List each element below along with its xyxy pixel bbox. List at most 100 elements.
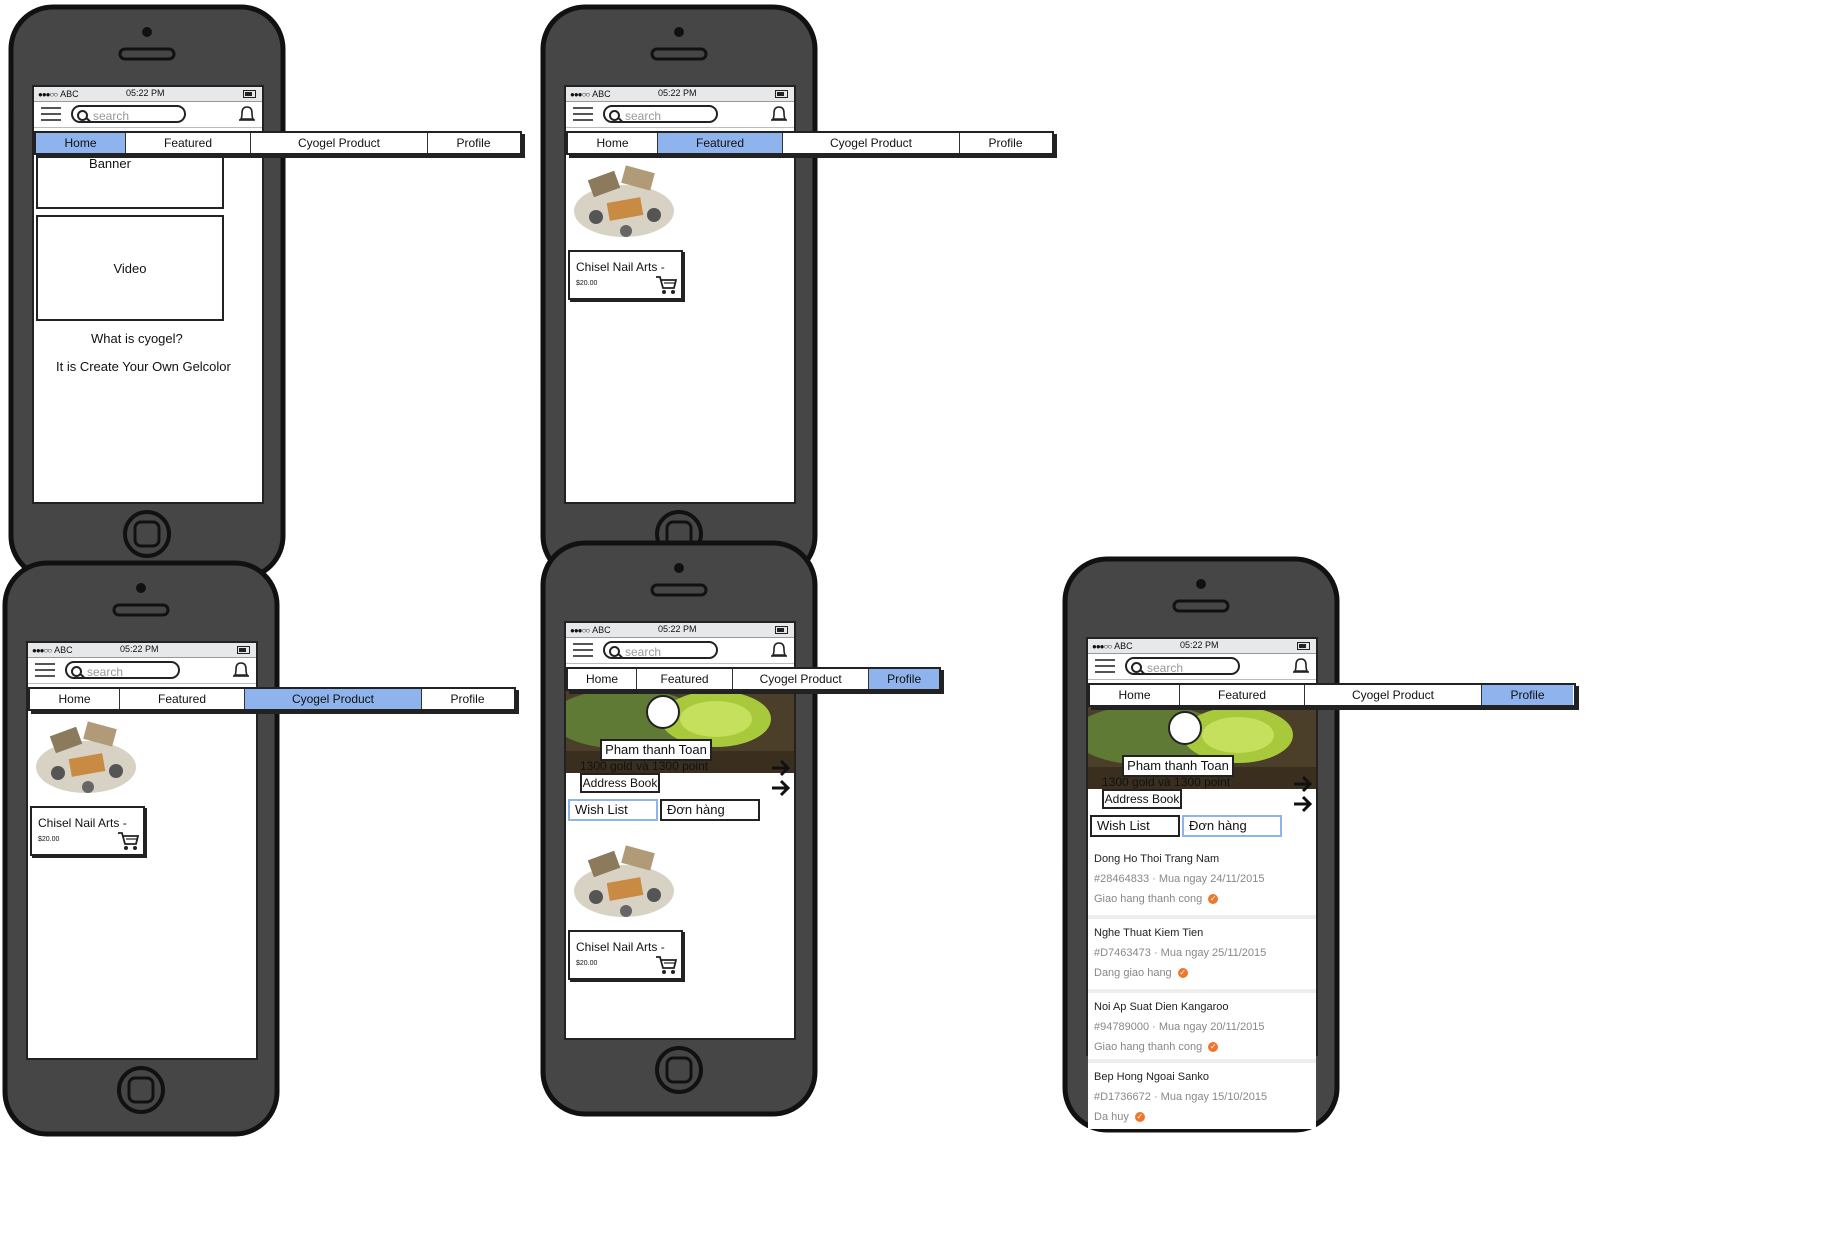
phone-profile-wishlist-screen: ●●●○○ ABC 05:22 PM search Home Featured … xyxy=(540,540,941,1117)
hamburger-menu-icon[interactable] xyxy=(35,663,55,677)
avatar[interactable] xyxy=(1168,711,1202,745)
carrier-label: ABC xyxy=(592,89,611,99)
tab-home[interactable]: Home xyxy=(568,669,638,689)
tab-profile[interactable]: Profile xyxy=(869,669,939,689)
search-input[interactable]: search xyxy=(1125,657,1240,675)
tab-cyogel-product[interactable]: Cyogel Product xyxy=(245,689,422,709)
wish-list-tab[interactable]: Wish List xyxy=(1090,815,1180,837)
product-image xyxy=(574,845,674,917)
hamburger-menu-icon[interactable] xyxy=(41,107,61,121)
search-input[interactable]: search xyxy=(71,105,186,123)
tab-profile[interactable]: Profile xyxy=(1482,685,1573,705)
battery-icon xyxy=(1297,642,1310,650)
tab-home[interactable]: Home xyxy=(568,133,658,153)
points-balance: 1300 gold và 1300 point xyxy=(1102,775,1231,789)
arrow-right-icon[interactable] xyxy=(770,779,792,797)
points-balance: 1300 gold và 1300 point xyxy=(580,759,709,773)
hamburger-menu-icon[interactable] xyxy=(1095,659,1115,673)
video-placeholder[interactable]: Video xyxy=(36,215,224,321)
search-input[interactable]: search xyxy=(65,661,180,679)
screen: ●●●○○ ABC 05:22 PM search Home Featured … xyxy=(564,85,1054,504)
product-image xyxy=(574,165,674,237)
search-input[interactable]: search xyxy=(603,105,718,123)
signal-icon: ●●●○○ xyxy=(570,89,590,99)
tab-home[interactable]: Home xyxy=(30,689,120,709)
tab-featured[interactable]: Featured xyxy=(120,689,245,709)
tab-featured[interactable]: Featured xyxy=(637,669,734,689)
profile-username: Pham thanh Toan xyxy=(1122,755,1234,777)
address-book-button[interactable]: Address Book xyxy=(580,773,660,793)
hamburger-menu-icon[interactable] xyxy=(573,643,593,657)
product-card[interactable]: Chisel Nail Arts - $20.00 xyxy=(568,145,683,300)
intro-question: What is cyogel? xyxy=(91,331,183,346)
bell-icon[interactable] xyxy=(237,104,257,124)
phone-cyogel-product-screen: ●●●○○ ABC 05:22 PM search Home Featured … xyxy=(2,560,516,1137)
toolbar: search xyxy=(566,102,794,128)
tab-cyogel-product[interactable]: Cyogel Product xyxy=(1305,685,1482,705)
carrier-label: ABC xyxy=(60,89,79,99)
search-icon xyxy=(609,110,620,121)
bell-icon[interactable] xyxy=(1291,656,1311,676)
arrow-right-icon[interactable] xyxy=(1292,795,1314,813)
status-bar: ●●●○○ ABC 05:22 PM xyxy=(34,87,262,102)
bell-icon[interactable] xyxy=(231,660,251,680)
tab-featured[interactable]: Featured xyxy=(1180,685,1305,705)
order-item[interactable]: Dong Ho Thoi Trang Nam #28464833 · Mua n… xyxy=(1088,845,1316,915)
wish-list-tab[interactable]: Wish List xyxy=(568,799,658,821)
status-bar: ●●●○○ ABC 05:22 PM xyxy=(1088,639,1316,654)
carrier-label: ABC xyxy=(54,645,73,655)
signal-icon: ●●●○○ xyxy=(38,89,58,99)
tab-profile[interactable]: Profile xyxy=(422,689,513,709)
bell-icon[interactable] xyxy=(769,640,789,660)
product-card[interactable]: Chisel Nail Arts - $20.00 xyxy=(30,701,145,856)
tab-bar: Home Featured Cyogel Product Profile xyxy=(28,687,516,711)
phone-profile-orders-screen: ●●●○○ ABC 05:22 PM search Home Featured … xyxy=(1062,556,1576,1133)
product-price: $20.00 xyxy=(576,960,598,967)
tab-cyogel-product[interactable]: Cyogel Product xyxy=(251,133,428,153)
signal-icon: ●●●○○ xyxy=(1092,641,1112,651)
search-input[interactable]: search xyxy=(603,641,718,659)
orders-tab[interactable]: Đơn hàng xyxy=(1182,815,1282,837)
bell-icon[interactable] xyxy=(769,104,789,124)
product-image xyxy=(36,721,136,793)
battery-icon xyxy=(237,646,250,654)
screen: ●●●○○ ABC 05:22 PM search Home Featured … xyxy=(32,85,522,504)
toolbar: search xyxy=(28,658,256,684)
order-title: Dong Ho Thoi Trang Nam xyxy=(1094,853,1220,865)
status-bar: ●●●○○ ABC 05:22 PM xyxy=(566,87,794,102)
arrow-right-icon[interactable] xyxy=(1292,775,1314,793)
order-status: Giao hang thanh cong ✓ xyxy=(1094,893,1219,905)
product-price: $20.00 xyxy=(576,280,598,287)
order-item[interactable]: Nghe Thuat Kiem Tien #D7463473 · Mua nga… xyxy=(1088,919,1316,989)
tab-cyogel-product[interactable]: Cyogel Product xyxy=(733,669,870,689)
intro-answer: It is Create Your Own Gelcolor xyxy=(56,359,231,374)
tab-bar: Home Featured Cyogel Product Profile xyxy=(34,131,522,155)
order-status: Dang giao hang ✓ xyxy=(1094,967,1188,979)
arrow-right-icon[interactable] xyxy=(770,759,792,777)
tab-home[interactable]: Home xyxy=(36,133,126,153)
profile-username: Pham thanh Toan xyxy=(600,739,712,761)
signal-icon: ●●●○○ xyxy=(570,625,590,635)
tab-profile[interactable]: Profile xyxy=(960,133,1051,153)
status-bar: ●●●○○ ABC 05:22 PM xyxy=(28,643,256,658)
product-card[interactable]: Chisel Nail Arts - $20.00 xyxy=(568,825,683,980)
order-status: Giao hang thanh cong ✓ xyxy=(1094,1041,1219,1053)
hamburger-menu-icon[interactable] xyxy=(573,107,593,121)
cart-icon[interactable] xyxy=(117,831,139,851)
order-item[interactable]: Bep Hong Ngoai Sanko #D1736672 · Mua nga… xyxy=(1088,1063,1316,1129)
phone-home-screen: ●●●○○ ABC 05:22 PM search Home Featured … xyxy=(8,4,522,581)
address-book-button[interactable]: Address Book xyxy=(1102,789,1182,809)
tab-featured[interactable]: Featured xyxy=(658,133,783,153)
cart-icon[interactable] xyxy=(655,955,677,975)
cart-icon[interactable] xyxy=(655,275,677,295)
tab-profile[interactable]: Profile xyxy=(428,133,519,153)
order-item[interactable]: Noi Ap Suat Dien Kangaroo #94789000 · Mu… xyxy=(1088,993,1316,1059)
screen: ●●●○○ ABC 05:22 PM search Home Featured … xyxy=(564,621,941,1040)
avatar[interactable] xyxy=(646,695,680,729)
tab-featured[interactable]: Featured xyxy=(126,133,251,153)
tab-home[interactable]: Home xyxy=(1090,685,1180,705)
orders-tab[interactable]: Đơn hàng xyxy=(660,799,760,821)
tab-cyogel-product[interactable]: Cyogel Product xyxy=(783,133,960,153)
carrier-label: ABC xyxy=(592,625,611,635)
search-icon xyxy=(609,646,620,657)
